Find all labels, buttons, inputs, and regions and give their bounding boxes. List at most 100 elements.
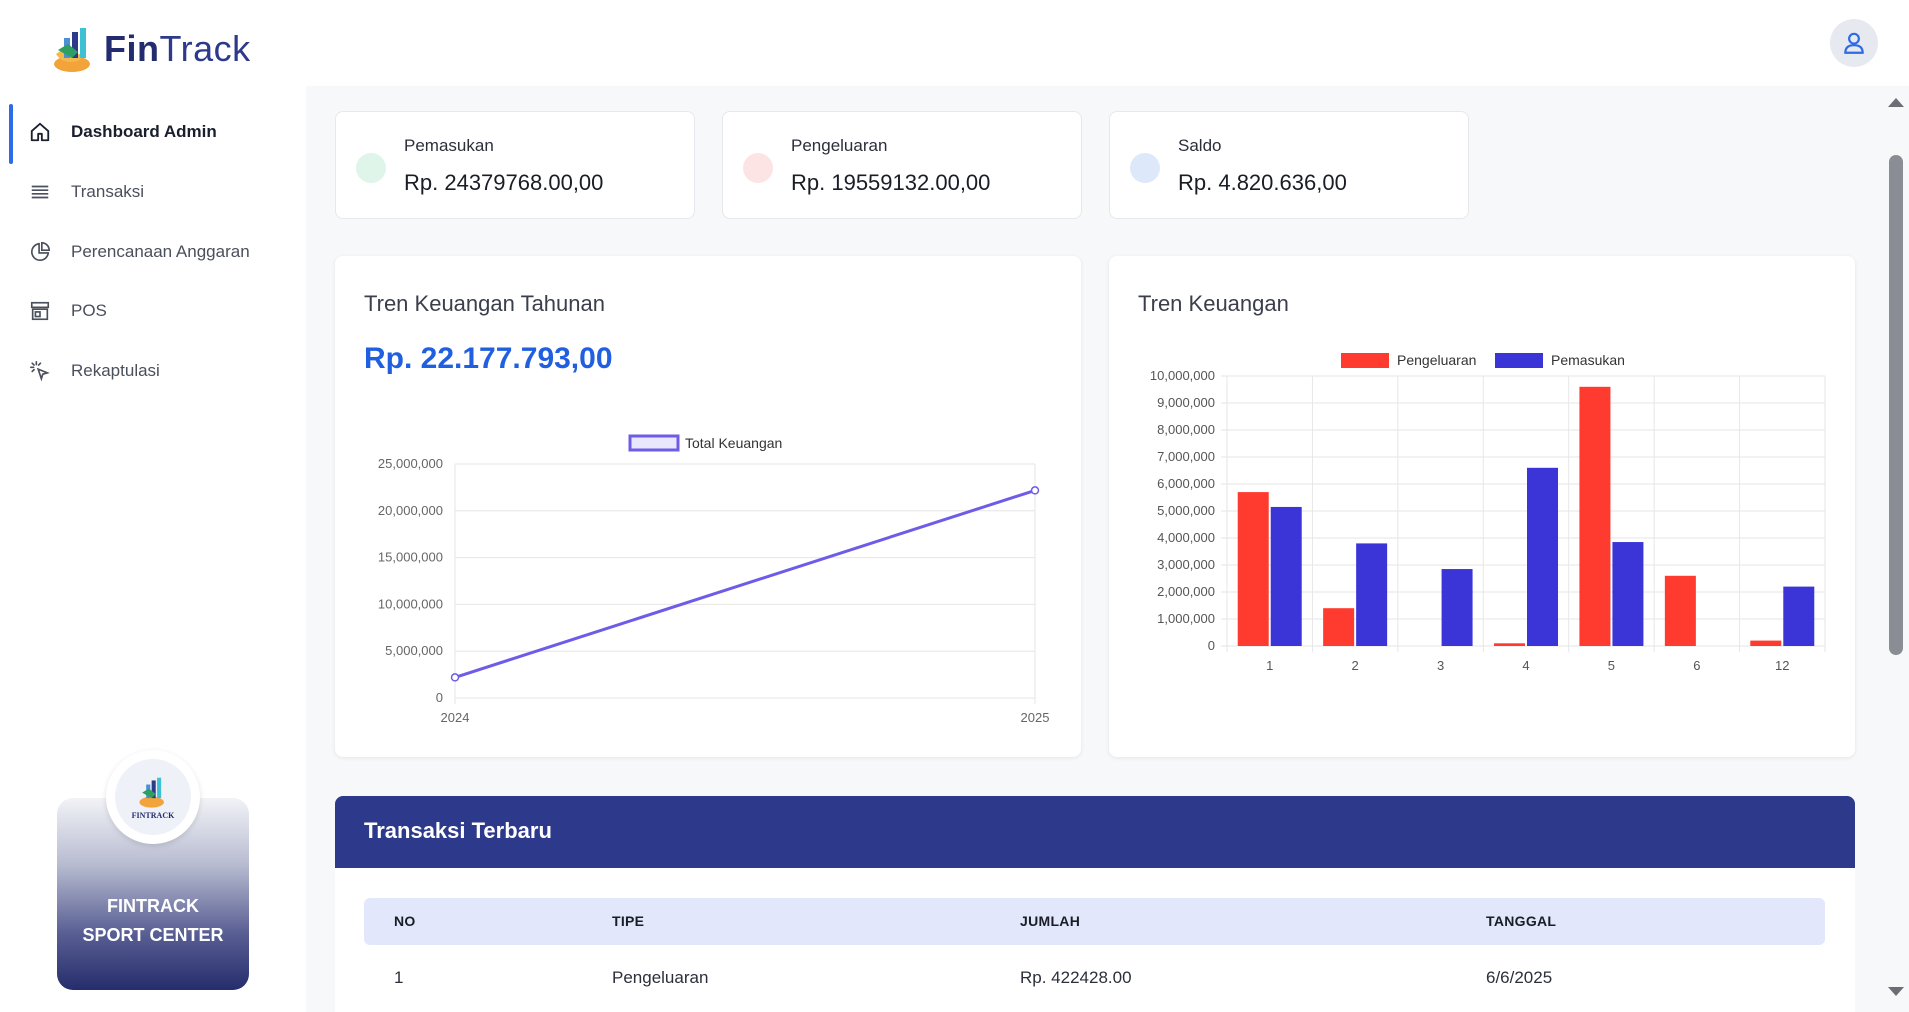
- series-line-total-keuangan: [454, 488, 1036, 679]
- y-tick-label: 0: [1208, 638, 1215, 653]
- x-tick-label: 1: [1266, 658, 1273, 673]
- legend-label: Pemasukan: [1551, 352, 1625, 368]
- home-icon: [28, 120, 52, 144]
- bar-pemasukan-5: [1612, 542, 1644, 646]
- expense-dot-icon: [743, 153, 773, 183]
- yearly-trend-card: Tren Keuangan Tahunan Rp. 22.177.793,00 …: [335, 256, 1081, 757]
- monthly-trend-card: Tren Keuangan 0 1,000,000 2,000,000 3,000,0…: [1109, 256, 1855, 757]
- sidebar-item-dashboard-admin[interactable]: Dashboard Admin: [0, 102, 306, 164]
- pie-chart-icon: [28, 240, 52, 264]
- legend-label: Total Keuangan: [685, 435, 782, 451]
- scroll-up-arrow-icon[interactable]: [1888, 98, 1904, 107]
- y-tick-label: 9,000,000: [1157, 395, 1215, 410]
- recent-transactions-header: Transaksi Terbaru: [335, 796, 1855, 868]
- bar-pengeluaran-12: [1750, 640, 1782, 646]
- scrollbar-thumb[interactable]: [1889, 155, 1903, 655]
- brand-logo-text: FINTRACK: [131, 810, 175, 820]
- data-point: [450, 673, 460, 682]
- bar-pengeluaran-1: [1237, 492, 1269, 646]
- column-header-no: NO: [394, 913, 416, 929]
- y-tick-label: 2,000,000: [1157, 584, 1215, 599]
- fintrack-logo-icon: [139, 777, 164, 808]
- expense-label: Pengeluaran: [791, 136, 888, 155]
- expense-summary-card: Pengeluaran Rp. 19559132.00,00: [722, 111, 1082, 219]
- y-tick-label: 25,000,000: [378, 456, 443, 471]
- sidebar-item-transaksi[interactable]: Transaksi: [0, 162, 306, 222]
- sidebar-item-label: Dashboard Admin: [71, 122, 217, 141]
- y-tick-label: 0: [436, 690, 443, 705]
- bar-pemasukan-3: [1441, 569, 1473, 646]
- bar-pemasukan-12: [1783, 586, 1815, 646]
- y-tick-label: 5,000,000: [385, 643, 443, 658]
- bar-pengeluaran-6: [1664, 575, 1696, 646]
- sidebar-item-label: Transaksi: [71, 182, 145, 201]
- top-header: FinTrack: [0, 0, 1909, 86]
- sidebar-item-label: POS: [71, 301, 107, 320]
- balance-summary-card: Saldo Rp. 4.820.636,00: [1109, 111, 1469, 219]
- x-tick-label: 12: [1775, 658, 1789, 673]
- expense-value: Rp. 19559132.00,00: [791, 170, 991, 195]
- column-header-tipe: TIPE: [612, 913, 645, 929]
- x-tick-label: 4: [1522, 658, 1529, 673]
- column-header-jumlah: JUMLAH: [1020, 913, 1081, 929]
- y-tick-label: 7,000,000: [1157, 449, 1215, 464]
- x-tick-label: 3: [1437, 658, 1444, 673]
- bar-pengeluaran-4: [1494, 643, 1525, 646]
- y-tick-label: 10,000,000: [378, 596, 443, 611]
- app-logo[interactable]: FinTrack: [50, 24, 251, 74]
- monthly-trend-title: Tren Keuangan: [1138, 291, 1289, 316]
- y-tick-label: 3,000,000: [1157, 557, 1215, 572]
- cell-tipe: Pengeluaran: [612, 968, 709, 987]
- sidebar-item-label: Rekaptulasi: [71, 361, 160, 380]
- x-tick-label: 2025: [1021, 710, 1050, 725]
- income-summary-card: Pemasukan Rp. 24379768.00,00: [335, 111, 695, 219]
- table-header-row: NO TIPE JUMLAH TANGGAL: [364, 898, 1825, 945]
- y-tick-label: 8,000,000: [1157, 422, 1215, 437]
- legend-label: Pengeluaran: [1397, 352, 1476, 368]
- legend-swatch-pengeluaran: [1341, 353, 1389, 368]
- bar-pemasukan-4: [1527, 467, 1558, 646]
- yearly-total-value: Rp. 22.177.793,00: [364, 342, 613, 375]
- cell-jumlah: Rp. 422428.00: [1020, 968, 1132, 987]
- sidebar-item-rekaptulasi[interactable]: Rekaptulasi: [0, 341, 306, 401]
- user-avatar-button[interactable]: [1830, 19, 1878, 67]
- sidebar-item-perencanaan-anggaran[interactable]: Perencanaan Anggaran: [0, 222, 306, 282]
- y-tick-label: 20,000,000: [378, 503, 443, 518]
- sidebar: Dashboard Admin Transaksi Perencanaan An…: [0, 86, 306, 1012]
- brand-name: FINTRACK SPORT CENTER: [82, 896, 224, 945]
- recent-transactions-card: Transaksi Terbaru NO TIPE JUMLAH TANGGAL…: [335, 796, 1855, 1012]
- y-tick-label: 10,000,000: [1150, 368, 1215, 383]
- data-point: [1030, 486, 1040, 495]
- income-value: Rp. 24379768.00,00: [404, 170, 604, 195]
- scroll-down-arrow-icon[interactable]: [1888, 987, 1904, 996]
- sidebar-item-label: Perencanaan Anggaran: [71, 242, 250, 261]
- bar-pemasukan-2: [1356, 543, 1388, 646]
- recent-transactions-title: Transaksi Terbaru: [364, 818, 552, 843]
- y-tick-label: 15,000,000: [378, 550, 443, 565]
- y-tick-label: 1,000,000: [1157, 611, 1215, 626]
- bar-pengeluaran-2: [1323, 608, 1355, 646]
- app-logo-text: FinTrack: [104, 28, 251, 69]
- legend-swatch: [628, 434, 680, 452]
- cursor-click-icon: [28, 359, 52, 383]
- legend-swatch-pemasukan: [1495, 353, 1543, 368]
- monthly-bar-chart: 0 1,000,000 2,000,000 3,000,000 4,000,000 5,0…: [1150, 352, 1826, 673]
- sidebar-item-pos[interactable]: POS: [0, 281, 306, 341]
- balance-dot-icon: [1130, 153, 1160, 183]
- bar-pemasukan-1: [1270, 506, 1302, 646]
- store-icon: [28, 299, 52, 323]
- yearly-line-chart: 0 5,000,000 10,000,000 15,000,000 20,000,000…: [378, 434, 1050, 725]
- fintrack-logo-icon: [54, 28, 90, 72]
- balance-label: Saldo: [1178, 136, 1222, 155]
- balance-value: Rp. 4.820.636,00: [1178, 170, 1347, 195]
- user-icon: [1844, 32, 1864, 54]
- list-icon: [28, 180, 52, 204]
- y-tick-label: 6,000,000: [1157, 476, 1215, 491]
- x-tick-label: 2: [1352, 658, 1359, 673]
- x-tick-label: 2024: [441, 710, 470, 725]
- income-dot-icon: [356, 153, 386, 183]
- brand-logo-badge: FINTRACK: [106, 750, 200, 844]
- y-tick-label: 5,000,000: [1157, 503, 1215, 518]
- column-header-tanggal: TANGGAL: [1486, 913, 1557, 929]
- income-label: Pemasukan: [404, 136, 494, 155]
